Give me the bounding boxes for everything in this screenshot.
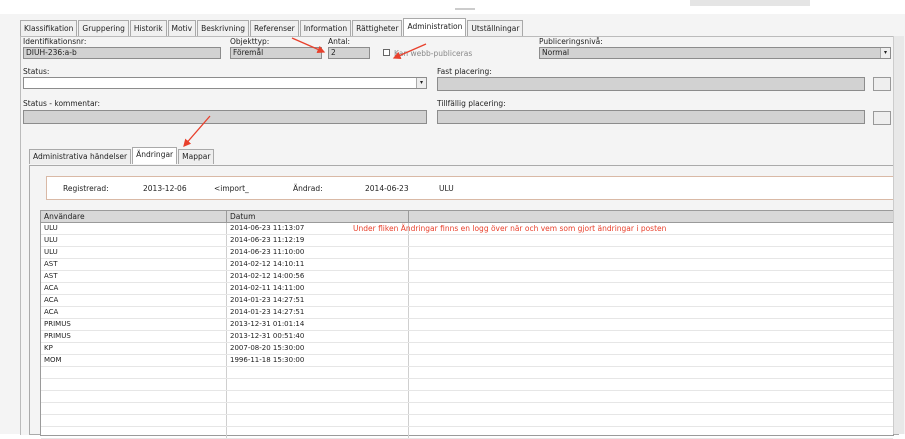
arrow-to-webb-checkbox xyxy=(392,43,427,59)
arrow-to-andringar-tab xyxy=(183,115,211,147)
app-window: Klassifikation Gruppering Historik Motiv… xyxy=(0,0,905,439)
annotation-arrows xyxy=(183,37,427,147)
arrow-to-antal xyxy=(291,37,326,53)
